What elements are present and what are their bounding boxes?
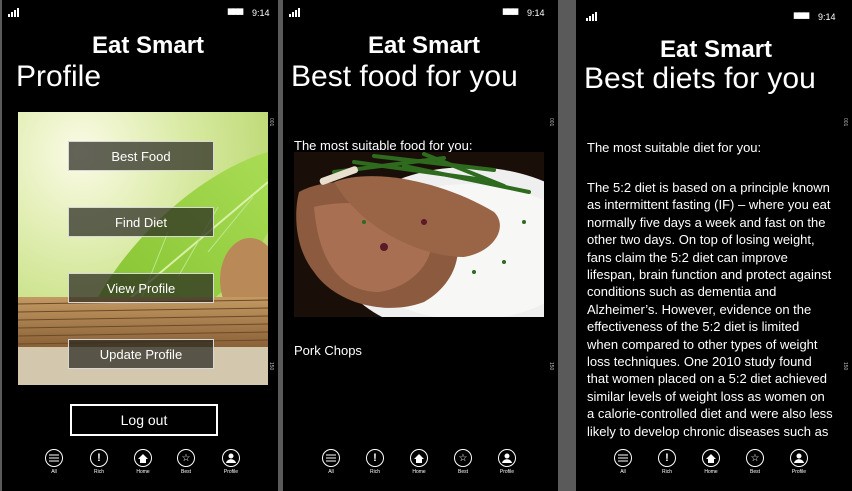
home-icon (134, 449, 152, 467)
app-title: Eat Smart (660, 36, 773, 63)
list-icon (614, 449, 632, 467)
app-bar: All ! Rich Home ☆ Best Profile (2, 449, 278, 481)
nav-all[interactable]: All (311, 449, 351, 475)
nav-rich[interactable]: ! Rich (647, 449, 687, 475)
profile-screen: ▆▆▆ 9:14 Eat Smart Profile 001 150 Best … (2, 0, 278, 491)
hero-image: Best Food Find Diet View Profile Update … (18, 112, 268, 385)
profile-icon (222, 449, 240, 467)
diet-description: The 5:2 diet is based on a principle kno… (587, 180, 833, 439)
nav-profile[interactable]: Profile (779, 449, 819, 475)
profile-icon (498, 449, 516, 467)
status-bar: ▆▆▆ 9:14 (576, 6, 852, 22)
nav-rich[interactable]: ! Rich (355, 449, 395, 475)
nav-all[interactable]: All (603, 449, 643, 475)
alert-icon: ! (658, 449, 676, 467)
pork-chops-image (294, 152, 544, 317)
best-food-button[interactable]: Best Food (68, 141, 214, 171)
best-diet-screen: ▆▆▆ 9:14 Eat Smart Best diets for you 00… (576, 0, 852, 491)
scroll-marker: 001 (268, 118, 274, 127)
battery-icon: ▆▆▆ (228, 8, 243, 15)
status-bar: ▆▆▆ 9:14 (283, 6, 558, 20)
clock: 9:14 (527, 8, 545, 18)
list-icon (322, 449, 340, 467)
star-icon: ☆ (746, 449, 764, 467)
clock: 9:14 (818, 12, 836, 22)
page-title: Best diets for you (584, 62, 816, 95)
star-icon: ☆ (177, 449, 195, 467)
best-food-screen: ▆▆▆ 9:14 Eat Smart Best food for you 001… (283, 0, 558, 491)
page-title: Profile (16, 60, 102, 93)
diet-caption: The most suitable diet for you: (587, 140, 762, 155)
signal-icon (289, 8, 300, 17)
scroll-marker: 150 (268, 362, 274, 371)
app-title: Eat Smart (92, 32, 205, 59)
nav-home[interactable]: Home (123, 449, 163, 475)
signal-icon (8, 8, 19, 17)
battery-icon: ▆▆▆ (794, 12, 809, 19)
nav-home[interactable]: Home (691, 449, 731, 475)
alert-icon: ! (366, 449, 384, 467)
nav-rich[interactable]: ! Rich (79, 449, 119, 475)
nav-profile[interactable]: Profile (487, 449, 527, 475)
scroll-marker: 001 (548, 118, 554, 127)
food-caption: The most suitable food for you: (294, 138, 473, 153)
star-icon: ☆ (454, 449, 472, 467)
app-bar: All ! Rich Home ☆ Best Profile (283, 449, 558, 481)
battery-icon: ▆▆▆ (503, 8, 518, 15)
nav-profile[interactable]: Profile (211, 449, 251, 475)
home-icon (410, 449, 428, 467)
app-title: Eat Smart (368, 32, 481, 59)
page-title: Best food for you (291, 60, 518, 93)
profile-icon (790, 449, 808, 467)
nav-best[interactable]: ☆ Best (166, 449, 206, 475)
logout-button[interactable]: Log out (70, 404, 218, 436)
clock: 9:14 (252, 8, 270, 18)
food-name: Pork Chops (294, 343, 362, 358)
nav-all[interactable]: All (34, 449, 74, 475)
scroll-marker: 001 (842, 118, 848, 127)
update-profile-button[interactable]: Update Profile (68, 339, 214, 369)
view-profile-button[interactable]: View Profile (68, 273, 214, 303)
status-bar: ▆▆▆ 9:14 (2, 6, 278, 20)
nav-home[interactable]: Home (399, 449, 439, 475)
alert-icon: ! (90, 449, 108, 467)
app-bar: All ! Rich Home ☆ Best Profile (576, 449, 852, 481)
find-diet-button[interactable]: Find Diet (68, 207, 214, 237)
food-image (294, 152, 544, 317)
home-icon (702, 449, 720, 467)
nav-best[interactable]: ☆ Best (443, 449, 483, 475)
signal-icon (586, 12, 597, 21)
scroll-marker: 150 (548, 362, 554, 371)
list-icon (45, 449, 63, 467)
nav-best[interactable]: ☆ Best (735, 449, 775, 475)
scroll-marker: 150 (842, 362, 848, 371)
